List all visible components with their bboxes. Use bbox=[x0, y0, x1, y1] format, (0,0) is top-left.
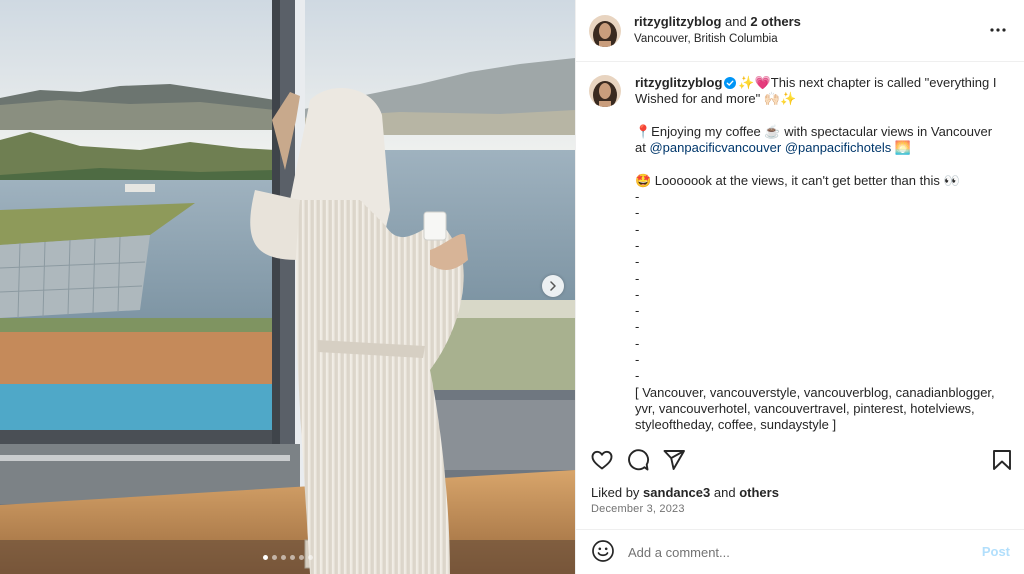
author-avatar[interactable] bbox=[589, 14, 621, 47]
collab-joiner: and bbox=[725, 14, 747, 29]
like-button[interactable] bbox=[590, 448, 614, 475]
collab-others-link[interactable]: 2 others bbox=[750, 14, 801, 29]
post-media[interactable] bbox=[0, 0, 575, 574]
caption-dash: - bbox=[635, 189, 640, 205]
chevron-right-icon bbox=[550, 281, 556, 291]
caption-username[interactable]: ritzyglitzyblog bbox=[635, 75, 722, 90]
caption-dash: - bbox=[635, 352, 640, 368]
post-side-panel: ritzyglitzyblog and 2 others Vancouver, … bbox=[575, 0, 1024, 574]
caption-avatar[interactable] bbox=[589, 75, 621, 107]
bookmark-icon bbox=[993, 450, 1011, 470]
caption-hashtags: [ Vancouver, vancouverstyle, vancouverbl… bbox=[635, 384, 995, 432]
caption-dash: - bbox=[635, 335, 640, 351]
caption-dash: - bbox=[635, 254, 640, 270]
liked-by-label: Liked by bbox=[591, 485, 640, 500]
emoji-button[interactable] bbox=[591, 539, 615, 566]
more-options-button[interactable] bbox=[990, 20, 1006, 43]
more-icon bbox=[990, 28, 1006, 32]
carousel-dot bbox=[271, 555, 277, 560]
heart-icon bbox=[591, 450, 613, 470]
caption-line-2-end: 🌅 bbox=[891, 140, 912, 156]
comment-input[interactable] bbox=[628, 544, 958, 560]
avatar-image bbox=[589, 14, 621, 47]
action-bar bbox=[576, 440, 1024, 480]
caption-dash: - bbox=[635, 319, 640, 335]
carousel-dot bbox=[289, 555, 295, 560]
avatar-image bbox=[589, 75, 621, 107]
caption-dash: - bbox=[635, 205, 640, 221]
comment-icon bbox=[628, 449, 649, 471]
carousel-dot bbox=[298, 555, 304, 560]
share-icon bbox=[663, 450, 685, 470]
mention-link[interactable]: @panpacificvancouver bbox=[649, 140, 781, 155]
caption-dash: - bbox=[635, 303, 640, 319]
caption-dash: - bbox=[635, 221, 640, 237]
post-caption: ritzyglitzyblog ✨💗This next chapter is ca… bbox=[589, 62, 1019, 432]
emoji-icon bbox=[592, 539, 614, 562]
carousel-dot bbox=[307, 555, 313, 560]
post-header: ritzyglitzyblog and 2 others Vancouver, … bbox=[576, 0, 1024, 62]
author-username[interactable]: ritzyglitzyblog bbox=[634, 14, 721, 29]
comment-bar: Post bbox=[576, 529, 1024, 574]
liked-by-user[interactable]: sandance3 bbox=[643, 485, 710, 500]
share-button[interactable] bbox=[662, 448, 686, 475]
caption-dash: - bbox=[635, 368, 640, 384]
caption-dash: - bbox=[635, 270, 640, 286]
likes-summary: Liked by sandance3 and others bbox=[591, 485, 779, 500]
save-button[interactable] bbox=[990, 448, 1014, 475]
instagram-post: ritzyglitzyblog and 2 others Vancouver, … bbox=[0, 0, 1024, 574]
post-location[interactable]: Vancouver, British Columbia bbox=[634, 31, 801, 48]
next-slide-button[interactable] bbox=[542, 275, 564, 297]
caption-line-3: 🤩 Looooook at the views, it can't get be… bbox=[635, 172, 960, 188]
verified-badge-icon bbox=[724, 77, 737, 89]
caption-dash: - bbox=[635, 237, 640, 253]
and-label: and bbox=[713, 485, 736, 500]
carousel-dot bbox=[262, 555, 268, 560]
comment-button[interactable] bbox=[626, 448, 650, 475]
mention-link[interactable]: @panpacifichotels bbox=[785, 140, 891, 155]
post-comment-button[interactable]: Post bbox=[982, 544, 1010, 559]
post-date[interactable]: December 3, 2023 bbox=[591, 503, 685, 515]
post-photo bbox=[0, 0, 575, 574]
carousel-dot bbox=[280, 555, 286, 560]
likes-others-link[interactable]: others bbox=[739, 485, 779, 500]
carousel-indicators bbox=[0, 555, 575, 560]
caption-dash: - bbox=[635, 286, 640, 302]
